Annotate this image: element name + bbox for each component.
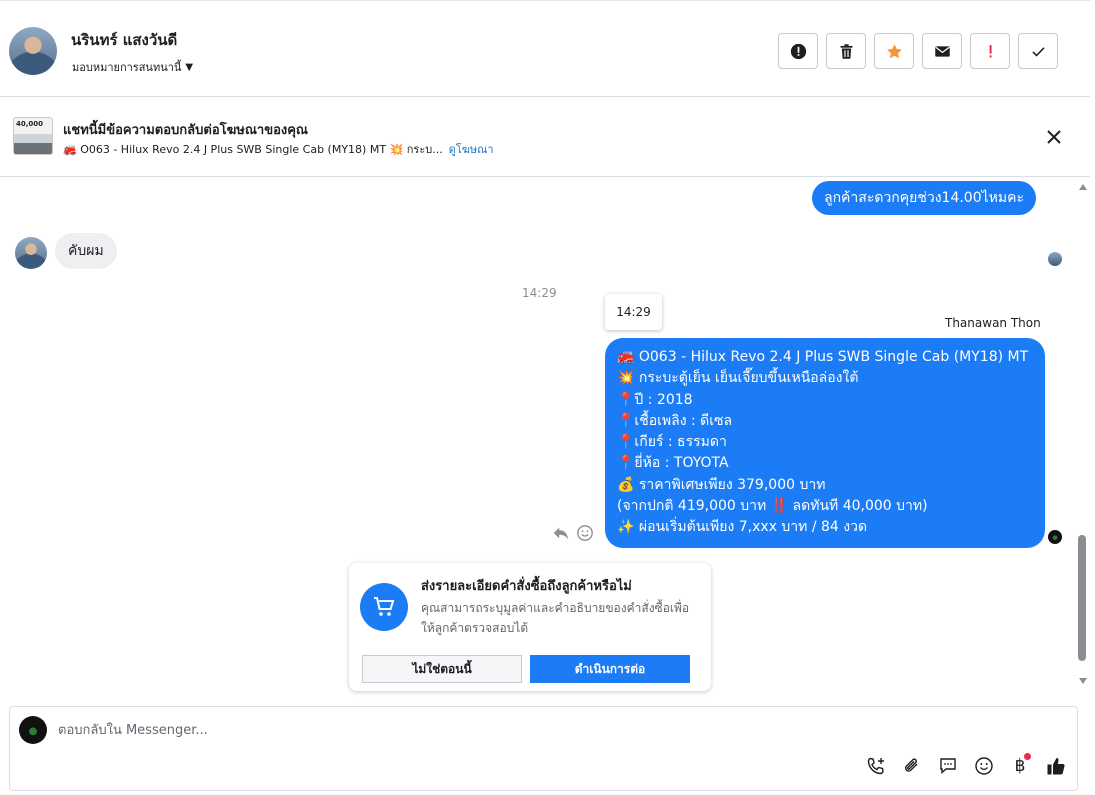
alert-circle-icon: [790, 43, 806, 59]
contact-name[interactable]: นรินทร์ แสงวันดี: [71, 28, 177, 52]
ad-detail-line: 📍ยี่ห้อ : TOYOTA: [617, 455, 729, 472]
timestamp: 14:29: [522, 286, 557, 300]
payment-button[interactable]: ฿: [1009, 753, 1031, 777]
ad-banner-title: แชทนี้มีข้อความตอบกลับต่อโฆษณาของคุณ: [63, 123, 308, 138]
message-outgoing[interactable]: ลูกค้าสะดวกคุยช่วง14.00ไหมคะ: [812, 181, 1037, 215]
reply-input[interactable]: [58, 717, 758, 743]
time-tooltip: 14:29: [605, 294, 662, 330]
message-outgoing-ad-details[interactable]: 🚒 O063 - Hilux Revo 2.4 J Plus SWB Singl…: [605, 338, 1045, 548]
order-details-prompt: ส่งรายละเอียดคำสั่งซื้อถึงลูกค้าหรือไม่ …: [349, 563, 711, 691]
close-icon[interactable]: [1044, 127, 1064, 147]
caret-down-icon: ▼: [185, 61, 194, 73]
ad-detail-line: 💥 กระบะตู้เย็น เย็นเจี๊ยบขึ้นเหนือล่องใต…: [617, 370, 859, 387]
shopping-cart-icon: [374, 597, 395, 616]
composer-toolbar: ฿: [865, 753, 1067, 777]
not-now-button[interactable]: ไม่ใช่ตอนนี้: [362, 655, 522, 683]
ad-detail-line: 🚒 O063 - Hilux Revo 2.4 J Plus SWB Singl…: [617, 349, 1029, 365]
saved-replies-button[interactable]: [937, 755, 959, 777]
star-icon: [886, 43, 902, 58]
thumbs-up-icon: [1047, 758, 1065, 775]
messenger-inbox: นรินทร์ แสงวันดี มอบหมายการสนทนานี้ ▼ 40…: [0, 0, 1095, 795]
ad-banner-subtitle: 🚒 O063 - Hilux Revo 2.4 J Plus SWB Singl…: [63, 140, 494, 158]
order-prompt-description: คุณสามารถระบุมูลค่าและคำอธิบายของคำสั่งซ…: [421, 601, 690, 635]
emoji-button[interactable]: [973, 755, 995, 777]
exclamation-icon: [989, 44, 992, 57]
scroll-down-arrow-icon[interactable]: [1079, 678, 1087, 684]
check-icon: [1031, 46, 1045, 57]
ad-detail-line: (จากปกติ 419,000 บาท ‼️ ลดทันที 40,000 บ…: [617, 498, 928, 515]
continue-button[interactable]: ดำเนินการต่อ: [530, 655, 690, 683]
follow-up-button[interactable]: [970, 33, 1010, 69]
message-thread[interactable]: ลูกค้าสะดวกคุยช่วง14.00ไหมคะ คับผม 14:29…: [0, 178, 1075, 693]
ad-detail-line: ✨ ผ่อนเริ่มต้นเพียง 7,xxx บาท / 84 งวด: [617, 519, 868, 536]
reply-composer: ฿: [9, 706, 1078, 791]
ad-detail-line: 💰 ราคาพิเศษเพียง 379,000 บาท: [617, 476, 826, 493]
mark-done-button[interactable]: [1018, 33, 1058, 69]
view-ad-link[interactable]: ดูโฆษณา: [449, 143, 494, 156]
cart-icon-circle: [360, 583, 408, 631]
seen-avatar-icon: [1048, 252, 1062, 266]
ad-thumbnail-text: 40,000: [16, 120, 44, 128]
seen-page-avatar-icon: [1048, 530, 1062, 544]
conversation-header: นรินทร์ แสงวันดี มอบหมายการสนทนานี้ ▼: [0, 0, 1090, 97]
page-avatar: [19, 716, 47, 744]
assign-label: มอบหมายการสนทนานี้: [72, 61, 182, 74]
star-button[interactable]: [874, 33, 914, 69]
mail-icon: [934, 45, 950, 57]
assign-conversation-dropdown[interactable]: มอบหมายการสนทนานี้ ▼: [72, 58, 193, 76]
call-button[interactable]: [865, 755, 887, 777]
like-button[interactable]: [1045, 755, 1067, 777]
reply-icon[interactable]: [552, 524, 570, 542]
contact-avatar-small: [15, 237, 47, 269]
notification-dot: [1024, 753, 1031, 760]
paperclip-icon: [905, 758, 918, 772]
ad-detail-line: 📍เกียร์ : ธรรมดา: [617, 434, 727, 451]
ad-reply-banner: 40,000 แชทนี้มีข้อความตอบกลับต่อโฆษณาของ…: [0, 97, 1090, 177]
sender-name: Thanawan Thon: [945, 316, 1041, 330]
header-actions: [778, 33, 1058, 69]
scroll-up-arrow-icon[interactable]: [1079, 184, 1087, 190]
trash-icon: [840, 43, 852, 59]
ad-detail-line: 📍ปี : 2018: [617, 391, 693, 408]
message-incoming[interactable]: คับผม: [55, 233, 117, 269]
scrollbar[interactable]: [1076, 178, 1090, 693]
baht-icon: ฿: [1014, 756, 1026, 776]
emoji-react-icon[interactable]: [576, 524, 594, 542]
ad-banner-subtitle-text: 🚒 O063 - Hilux Revo 2.4 J Plus SWB Singl…: [63, 143, 443, 156]
ad-detail-line: 📍เชื้อเพลิง : ดีเซล: [617, 412, 733, 429]
smiley-icon: [975, 757, 993, 775]
attach-button[interactable]: [901, 755, 923, 777]
ad-thumbnail[interactable]: 40,000: [13, 117, 53, 155]
message-actions: [552, 524, 594, 542]
chat-bubble-icon: [940, 758, 956, 775]
order-prompt-title: ส่งรายละเอียดคำสั่งซื้อถึงลูกค้าหรือไม่: [421, 579, 632, 594]
phone-plus-icon: [867, 757, 884, 775]
mark-spam-button[interactable]: [778, 33, 818, 69]
mark-unread-button[interactable]: [922, 33, 962, 69]
delete-button[interactable]: [826, 33, 866, 69]
contact-avatar[interactable]: [9, 27, 57, 75]
scrollbar-thumb[interactable]: [1078, 535, 1086, 661]
